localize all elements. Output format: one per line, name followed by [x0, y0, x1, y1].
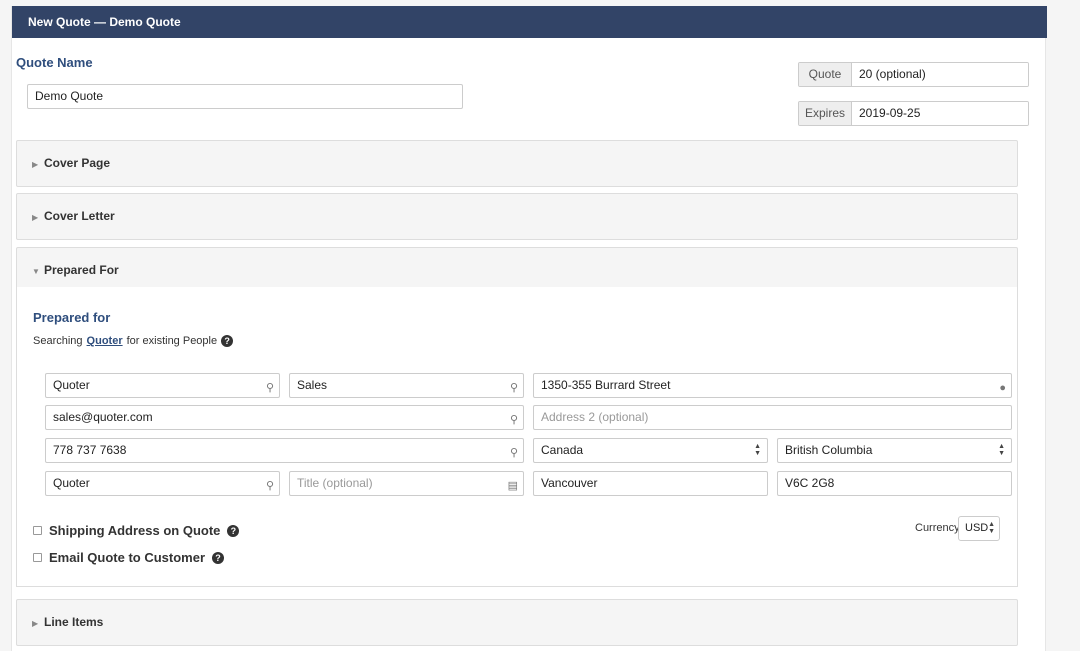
page-header: New Quote — Demo Quote [12, 6, 1047, 38]
search-hint-suffix: for existing People [126, 335, 218, 347]
title-input[interactable]: Title (optional) ▤ [289, 471, 524, 496]
caret-right-icon: ▶ [32, 619, 39, 628]
section-cover-letter[interactable]: ▶ Cover Letter [16, 193, 1018, 240]
email-quote-checkbox[interactable] [33, 553, 42, 562]
shipping-address-option: Shipping Address on Quote ? [33, 523, 240, 538]
quote-number-group: Quote 20 (optional) [798, 62, 1029, 87]
caret-right-icon: ▶ [32, 160, 39, 169]
question-circle-icon[interactable]: ? [212, 551, 225, 564]
search-hint: Searching Quoter for existing People ? [33, 335, 234, 347]
address1-input[interactable]: 1350-355 Burrard Street ● [533, 373, 1012, 398]
email-input[interactable]: sales@quoter.com ⚲ [45, 405, 524, 430]
email-quote-option: Email Quote to Customer ? [33, 550, 225, 565]
organization-input[interactable]: Quoter ⚲ [45, 471, 280, 496]
postal-code-input[interactable]: V6C 2G8 [777, 471, 1012, 496]
country-select[interactable]: Canada ▲ ▼ [533, 438, 768, 463]
first-name-value: Quoter [53, 378, 90, 392]
currency-value: USD [965, 522, 989, 534]
search-icon: ⚲ [265, 382, 274, 394]
title-placeholder: Title (optional) [297, 476, 373, 490]
phone-value: 778 737 7638 [53, 443, 127, 457]
phone-input[interactable]: 778 737 7638 ⚲ [45, 438, 524, 463]
select-arrows-icon: ▲ ▼ [754, 443, 761, 457]
currency-select[interactable]: USD ▲ ▼ [958, 516, 1000, 541]
section-line-items[interactable]: ▶ Line Items [16, 599, 1018, 646]
first-name-input[interactable]: Quoter ⚲ [45, 373, 280, 398]
section-title: Cover Letter [44, 209, 115, 223]
map-marker-icon: ● [999, 382, 1006, 394]
quote-name-input[interactable]: Demo Quote [27, 84, 463, 109]
organization-value: Quoter [53, 476, 90, 490]
address1-value: 1350-355 Burrard Street [541, 378, 671, 392]
expires-input[interactable]: 2019-09-25 [852, 102, 1028, 125]
search-hint-prefix: Searching [33, 335, 83, 347]
caret-right-icon: ▶ [32, 213, 39, 222]
email-quote-label: Email Quote to Customer [49, 550, 206, 565]
search-icon: ⚲ [509, 382, 518, 394]
address2-input[interactable]: Address 2 (optional) [533, 405, 1012, 430]
quote-number-input[interactable]: 20 (optional) [852, 63, 1028, 86]
question-circle-icon[interactable]: ? [221, 335, 234, 347]
email-value: sales@quoter.com [53, 410, 153, 424]
section-title: Line Items [44, 615, 104, 629]
quote-number-addon: Quote [799, 63, 852, 86]
select-arrows-icon: ▲ ▼ [988, 521, 995, 535]
section-cover-page[interactable]: ▶ Cover Page [16, 140, 1018, 187]
prepared-for-title: Prepared for [33, 310, 111, 325]
currency-label: Currency [915, 522, 960, 534]
last-name-input[interactable]: Sales ⚲ [289, 373, 524, 398]
expires-addon: Expires [799, 102, 852, 125]
select-arrows-icon: ▲ ▼ [998, 443, 1005, 457]
expires-group: Expires 2019-09-25 [798, 101, 1029, 126]
province-select[interactable]: British Columbia ▲ ▼ [777, 438, 1012, 463]
caret-down-icon: ▼ [32, 267, 40, 276]
province-value: British Columbia [785, 443, 873, 457]
quote-name-label: Quote Name [16, 55, 93, 70]
search-icon: ⚲ [265, 480, 274, 492]
shipping-address-checkbox[interactable] [33, 526, 42, 535]
section-title: Cover Page [44, 156, 111, 170]
question-circle-icon[interactable]: ? [227, 524, 240, 537]
city-input[interactable]: Vancouver [533, 471, 768, 496]
quoter-link[interactable]: Quoter [87, 335, 123, 347]
section-title: Prepared For [44, 263, 119, 277]
shipping-address-label: Shipping Address on Quote [49, 523, 221, 538]
search-icon: ⚲ [509, 414, 518, 426]
id-card-icon: ▤ [507, 480, 518, 492]
country-value: Canada [541, 443, 584, 457]
prepared-for-body [16, 287, 1018, 587]
search-icon: ⚲ [509, 447, 518, 459]
last-name-value: Sales [297, 378, 328, 392]
